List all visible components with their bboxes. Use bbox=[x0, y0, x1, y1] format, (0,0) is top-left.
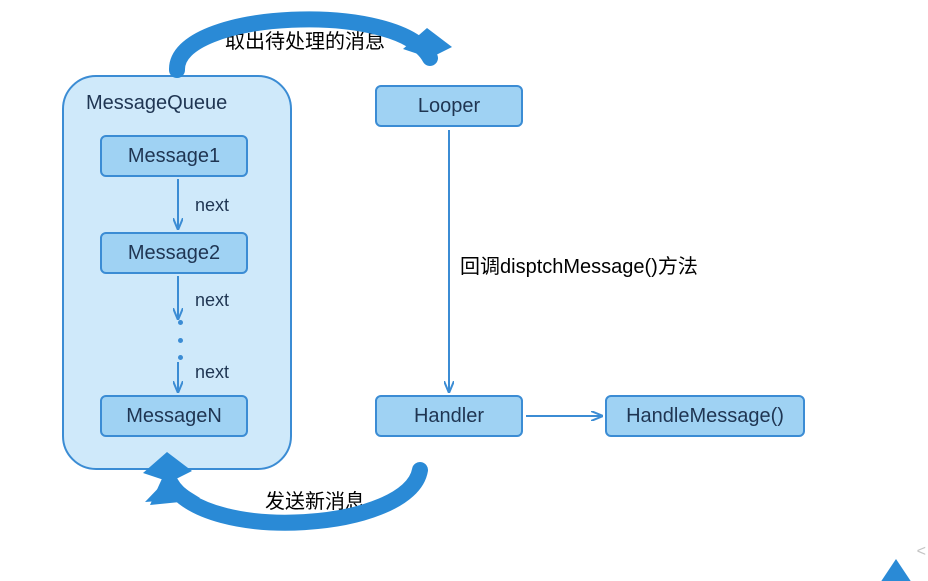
handler-box: Handler bbox=[375, 395, 523, 437]
messageN-box: MessageN bbox=[100, 395, 248, 437]
message-queue-title: MessageQueue bbox=[86, 92, 227, 115]
diagram-canvas: { "queue": { "title": "MessageQueue", "m… bbox=[0, 0, 928, 581]
top-arc-label: 取出待处理的消息 bbox=[225, 25, 385, 54]
looper-box: Looper bbox=[375, 85, 523, 127]
next-label-1: next bbox=[195, 195, 229, 216]
message1-box: Message1 bbox=[100, 135, 248, 177]
bottom-swoosh-arrowhead bbox=[150, 472, 200, 505]
corner-triangle-decoration bbox=[868, 559, 924, 581]
message2-box: Message2 bbox=[100, 232, 248, 274]
corner-chevron-icon: < bbox=[917, 543, 926, 561]
handle-message-box: HandleMessage() bbox=[605, 395, 805, 437]
dispatch-label: 回调disptchMessage()方法 bbox=[460, 250, 698, 279]
next-label-3: next bbox=[195, 362, 229, 383]
bottom-arc-label: 发送新消息 bbox=[265, 485, 365, 514]
ellipsis-dots bbox=[174, 320, 186, 360]
next-label-2: next bbox=[195, 290, 229, 311]
